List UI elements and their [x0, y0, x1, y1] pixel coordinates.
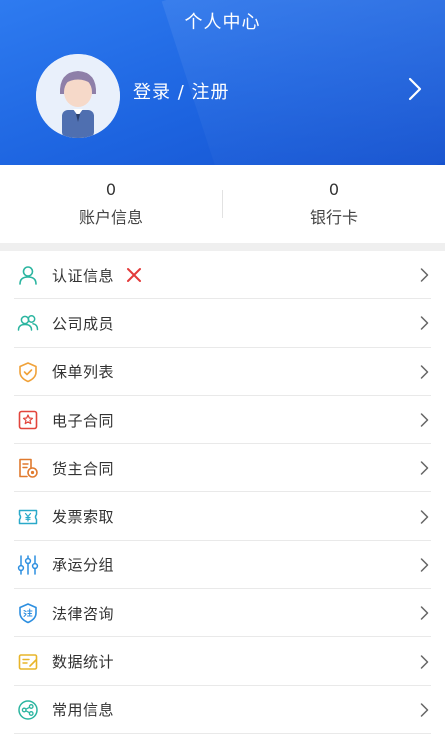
document-stamp-icon	[19, 459, 38, 479]
chevron-right-icon	[420, 606, 429, 620]
page-title: 个人中心	[184, 12, 261, 33]
share-icon	[18, 700, 38, 720]
menu-item-label: 认证信息	[52, 266, 115, 285]
account-stats: 0 账户信息 0 银行卡	[0, 165, 445, 243]
menu-item-certification[interactable]: 认证信息	[0, 251, 445, 300]
default-avatar-icon	[36, 54, 120, 138]
stat-label: 账户信息	[78, 208, 143, 227]
chevron-right-icon	[420, 364, 429, 379]
chevron-right-icon	[420, 316, 429, 331]
menu-item-shipper-contract[interactable]: 货主合同	[0, 444, 445, 493]
stat-value: 0	[105, 180, 117, 199]
chevron-right-icon	[420, 654, 429, 669]
shield-check-icon	[19, 361, 37, 383]
menu-list: 认证信息 公司成员 保单列表 电子合同 货主合同 发票索取 承运分组 法律咨询 …	[0, 251, 445, 735]
menu-item-label: 保单列表	[52, 363, 115, 382]
data-note-icon	[18, 653, 38, 670]
login-register-link[interactable]: 登录 / 注册	[133, 78, 230, 104]
chevron-right-icon	[420, 558, 429, 572]
seal-contract-icon	[18, 410, 38, 430]
menu-item-label: 发票索取	[52, 508, 115, 527]
menu-item-data-statistics[interactable]: 数据统计	[0, 637, 445, 686]
menu-item-common-info[interactable]: 常用信息	[0, 686, 445, 735]
menu-item-e-contract[interactable]: 电子合同	[0, 396, 445, 445]
avatar[interactable]	[36, 54, 120, 138]
stat-value: 0	[328, 180, 340, 199]
stat-label: 银行卡	[309, 208, 358, 227]
menu-item-label: 数据统计	[52, 653, 115, 672]
user-icon	[19, 266, 37, 285]
menu-item-label: 常用信息	[52, 701, 115, 720]
chevron-right-icon	[420, 413, 429, 427]
menu-item-label: 承运分组	[52, 556, 115, 575]
profile-header: 个人中心 登录 / 注册	[0, 0, 445, 165]
stat-bank-card[interactable]: 0 银行卡	[223, 180, 445, 228]
law-shield-icon	[19, 603, 37, 624]
menu-item-label: 货主合同	[52, 459, 115, 478]
stat-account-info[interactable]: 0 账户信息	[0, 180, 222, 228]
red-x-icon	[127, 268, 142, 283]
menu-item-policy-list[interactable]: 保单列表	[0, 348, 445, 397]
section-gap	[0, 243, 445, 251]
menu-item-label: 电子合同	[52, 411, 115, 430]
users-icon	[17, 315, 39, 332]
sliders-icon	[17, 555, 39, 575]
chevron-right-icon[interactable]	[407, 77, 423, 101]
menu-item-invoice-request[interactable]: 发票索取	[0, 492, 445, 542]
menu-item-legal-consultation[interactable]: 法律咨询	[0, 589, 445, 638]
menu-item-carrier-groups[interactable]: 承运分组	[0, 541, 445, 590]
chevron-right-icon	[420, 268, 429, 282]
menu-item-label: 公司成员	[52, 314, 115, 333]
invoice-icon	[18, 509, 38, 524]
menu-item-company-members[interactable]: 公司成员	[0, 299, 445, 348]
menu-item-label: 法律咨询	[52, 604, 115, 623]
chevron-right-icon	[420, 461, 429, 476]
chevron-right-icon	[420, 703, 429, 717]
chevron-right-icon	[420, 509, 429, 524]
